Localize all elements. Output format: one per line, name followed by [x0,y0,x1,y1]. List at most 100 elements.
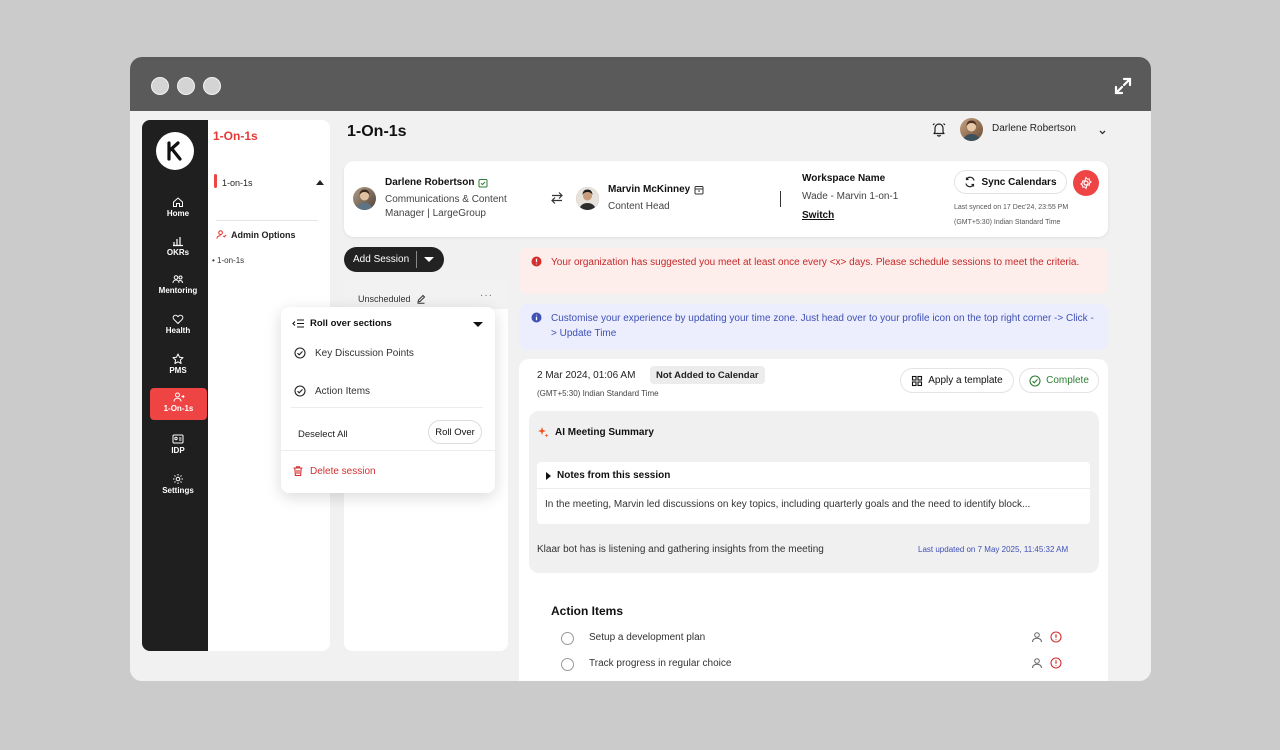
session-options-menu: Roll over sections Key Discussion Points… [281,307,495,493]
session-timezone: (GMT+5:30) Indian Standard Time [537,389,659,398]
swap-icon[interactable] [550,191,564,210]
sidebar-item-pms[interactable]: PMS [150,351,206,383]
window-maximize-dot[interactable] [203,77,221,95]
priority-alert-icon[interactable] [1050,657,1062,669]
sidebar-item-1-on-1s[interactable]: 1-On-1s [150,388,207,420]
delete-session-button[interactable]: Delete session [292,465,376,477]
brand-logo[interactable] [156,132,194,170]
deselect-all-button[interactable]: Deselect All [298,429,348,440]
grid-icon [912,375,923,386]
rollover-sections-label: Roll over sections [310,318,392,329]
window-titlebar [130,57,1151,111]
info-text: Customise your experience by updating yo… [551,313,1094,339]
participants-card: Darlene Robertson Communications & Conte… [344,161,1108,237]
workspace-label: Workspace Name [802,173,886,184]
window-minimize-dot[interactable] [177,77,195,95]
subnav-item-1-on-1s[interactable]: 1-on-1s [214,174,324,188]
refresh-icon [965,176,976,188]
participant-role: Content Head [608,201,670,212]
rollover-option-label: Action Items [315,385,371,397]
users-icon [172,275,183,284]
edit-icon[interactable] [416,294,426,304]
subnav-title: 1-On-1s [213,129,258,143]
notes-text: In the meeting, Marvin led discussions o… [545,499,1031,510]
divider [216,220,318,221]
assignee-icon[interactable] [1031,657,1043,669]
add-session-button[interactable]: Add Session [344,247,444,272]
sidebar-item-health[interactable]: Health [150,311,206,343]
active-indicator [214,174,217,188]
participant-name: Darlene Robertson [385,177,488,188]
user-avatar[interactable] [960,118,983,141]
add-session-label: Add Session [353,254,410,265]
session-detail-panel: 2 Mar 2024, 01:06 AM Not Added to Calend… [519,359,1108,681]
page-title: 1-On-1s [347,123,407,140]
caret-up-icon[interactable] [316,180,324,185]
user-name[interactable]: Darlene Robertson [992,123,1076,134]
apply-template-label: Apply a template [928,375,1003,386]
last-updated-text: Last updated on 7 May 2025, 11:45:32 AM [918,545,1069,554]
action-item-text[interactable]: Track progress in regular choice [589,658,731,669]
window-close-dot[interactable] [151,77,169,95]
sidebar-item-label: Health [165,326,191,335]
ai-meeting-summary: AI Meeting Summary Notes from this sessi… [529,411,1099,573]
priority-alert-icon[interactable] [1050,631,1062,643]
workspace-settings-button[interactable] [1073,170,1099,196]
action-item-text[interactable]: Setup a development plan [589,632,705,643]
sidebar-item-label: IDP [171,446,185,455]
sparkle-icon [538,427,549,438]
assignee-icon[interactable] [1031,631,1043,643]
gear-icon [1080,176,1092,190]
chevron-down-icon[interactable] [1098,124,1107,142]
admin-options-label: Admin Options [231,229,296,240]
check-circle-icon [294,347,306,359]
divider [281,450,495,451]
bell-icon[interactable] [931,121,947,142]
timezone-info-alert: Customise your experience by updating yo… [519,304,1108,350]
bot-status-text: Klaar bot has is listening and gathering… [537,544,824,555]
sync-calendars-button[interactable]: Sync Calendars [954,170,1067,194]
sidebar-item-okrs[interactable]: OKRs [150,233,206,265]
switch-workspace-link[interactable]: Switch [802,210,834,221]
ai-summary-title: AI Meeting Summary [537,426,654,438]
action-item-checkbox[interactable] [561,632,574,645]
trash-icon [293,466,303,477]
session-notes: Notes from this session In the meeting, … [537,462,1090,524]
rollover-option[interactable]: Action Items [294,385,370,397]
triangle-right-icon [546,471,551,480]
caret-down-icon[interactable] [424,257,434,262]
rollover-sections-toggle[interactable]: Roll over sections [292,318,392,329]
sidebar-item-label: 1-On-1s [163,404,194,413]
participant-avatar [576,187,599,210]
home-icon [173,197,183,207]
rollover-option[interactable]: Key Discussion Points [294,347,414,359]
sidebar-item-mentoring[interactable]: Mentoring [150,271,206,303]
user-admin-icon [216,230,227,239]
roll-over-button[interactable]: Roll Over [428,420,482,444]
expand-icon[interactable] [1113,76,1133,96]
id-card-icon [172,434,184,444]
participant-role-line: Manager | LargeGroup [385,208,486,219]
action-item-row: Setup a development plan [561,630,1062,648]
caret-down-icon[interactable] [473,322,483,327]
sidebar-item-home[interactable]: Home [150,194,206,226]
more-options-icon[interactable]: ··· [480,290,493,301]
subnav-subitem[interactable]: • 1-on-1s [212,256,244,265]
session-group-label: Unscheduled [358,294,426,304]
sidebar-item-idp[interactable]: IDP [150,431,206,463]
complete-label: Complete [1046,375,1089,386]
apply-template-button[interactable]: Apply a template [900,368,1014,393]
action-item-icons [1031,657,1062,669]
admin-options[interactable]: Admin Options [216,229,296,240]
action-item-checkbox[interactable] [561,658,574,671]
participant-role: Communications & Content Manager | Large… [385,193,507,221]
logo-k-icon [167,141,182,161]
calendar-icon [694,185,704,194]
sidebar-item-settings[interactable]: Settings [150,471,206,503]
action-items-heading: Action Items [551,604,624,618]
session-group-header[interactable]: Unscheduled ··· [344,281,508,309]
workspace-value: Wade - Marvin 1-on-1 [802,191,899,202]
complete-button[interactable]: Complete [1019,368,1099,393]
notes-toggle[interactable]: Notes from this session [546,470,670,481]
rollover-list-icon [292,319,304,328]
